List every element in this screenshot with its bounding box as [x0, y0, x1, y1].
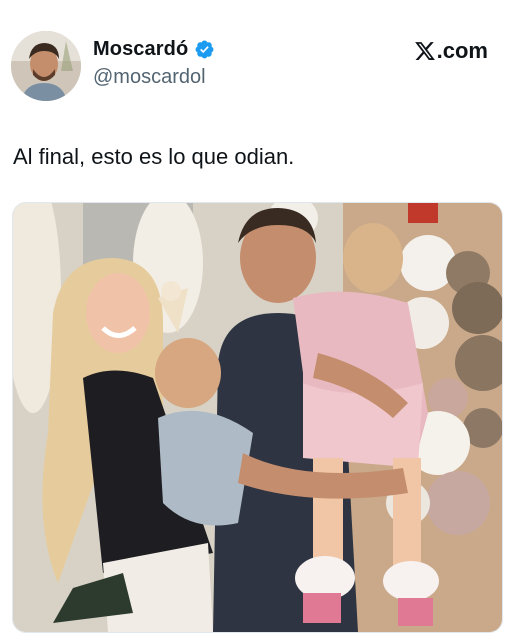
author-display-name[interactable]: Moscardó — [93, 38, 188, 61]
author-name-row: Moscardó — [93, 38, 215, 61]
tweet-photo[interactable] — [12, 202, 503, 633]
tweet-text: Al final, esto es lo que odian. — [13, 144, 295, 169]
family-photo-image — [13, 203, 502, 632]
site-label: .com — [414, 38, 488, 64]
author-handle[interactable]: @moscardol — [93, 66, 206, 89]
avatar-image — [11, 31, 81, 101]
author-avatar[interactable] — [11, 31, 81, 101]
site-label-text: .com — [436, 38, 488, 63]
verified-badge-icon — [194, 39, 215, 60]
tweet-header: Moscardó @moscardol .com — [0, 0, 513, 110]
x-logo-icon — [414, 42, 435, 60]
